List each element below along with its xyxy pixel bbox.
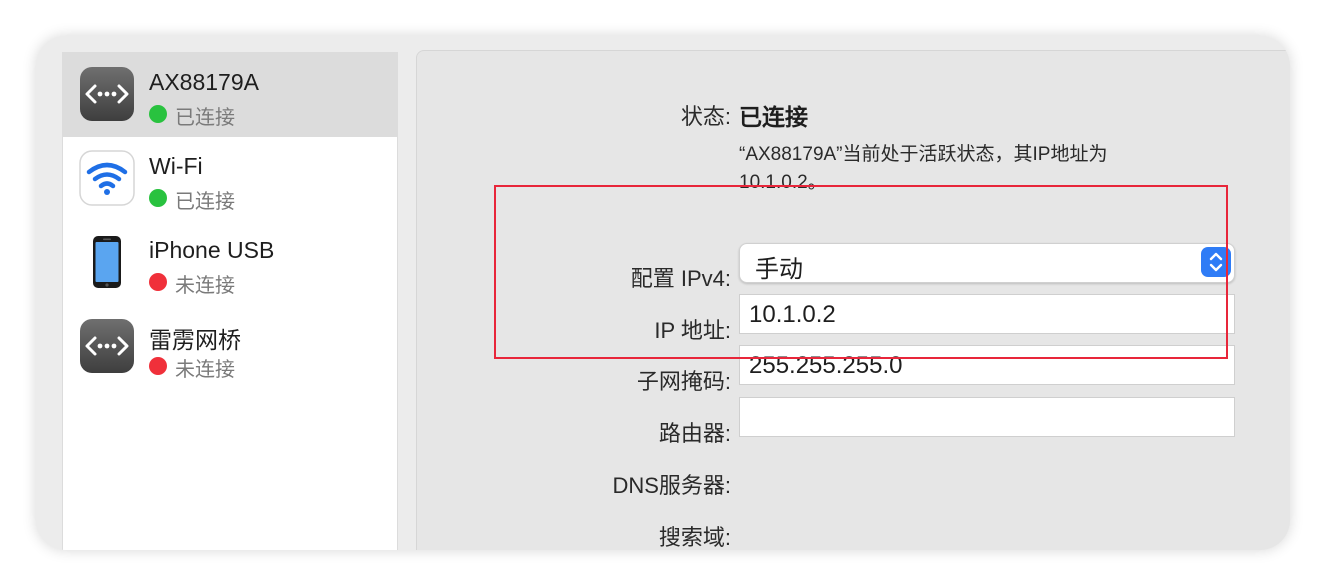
status-dot xyxy=(149,104,167,123)
router-field[interactable] xyxy=(739,397,1235,437)
service-status-text: 已连接 xyxy=(175,107,235,129)
wifi-icon xyxy=(79,150,135,206)
highlight-box xyxy=(494,185,1228,359)
subnet-mask-label: 子网掩码: xyxy=(636,369,731,394)
service-name: 雷雳网桥 xyxy=(149,327,241,353)
service-item-wifi[interactable]: Wi-Fi 已连接 xyxy=(63,137,397,221)
search-domains-label: 搜索域: xyxy=(658,525,731,550)
dns-servers-label: DNS服务器: xyxy=(612,473,731,498)
status-label: 状态: xyxy=(680,104,731,129)
status-dot xyxy=(149,188,167,207)
ethernet-icon xyxy=(79,66,135,122)
service-name: iPhone USB xyxy=(149,237,275,263)
service-status: 未连接 xyxy=(149,269,235,298)
status-dot xyxy=(149,272,167,291)
service-status-text: 未连接 xyxy=(175,359,235,381)
network-service-list: AX88179A 已连接 Wi-Fi 已连接 iPhone USB 未连接 雷雳… xyxy=(62,52,398,550)
service-status-text: 已连接 xyxy=(175,191,235,213)
service-item-iphone-usb[interactable]: iPhone USB 未连接 xyxy=(63,221,397,305)
service-status: 已连接 xyxy=(149,101,235,130)
iphone-icon xyxy=(79,234,135,290)
status-value: 已连接 xyxy=(739,104,808,130)
status-dot xyxy=(149,356,167,375)
status-description-line1: “AX88179A”当前处于活跃状态，其IP地址为 xyxy=(739,144,1108,165)
service-item-thunderbolt-bridge[interactable]: 雷雳网桥 未连接 xyxy=(63,305,397,389)
service-status: 已连接 xyxy=(149,185,235,214)
service-name: AX88179A xyxy=(149,69,259,95)
ethernet-icon xyxy=(79,318,135,374)
router-label: 路由器: xyxy=(658,421,731,446)
service-status-text: 未连接 xyxy=(175,275,235,297)
service-name: Wi-Fi xyxy=(149,153,203,179)
service-status: 未连接 xyxy=(149,353,235,382)
service-item-ax88179a[interactable]: AX88179A 已连接 xyxy=(63,53,397,137)
